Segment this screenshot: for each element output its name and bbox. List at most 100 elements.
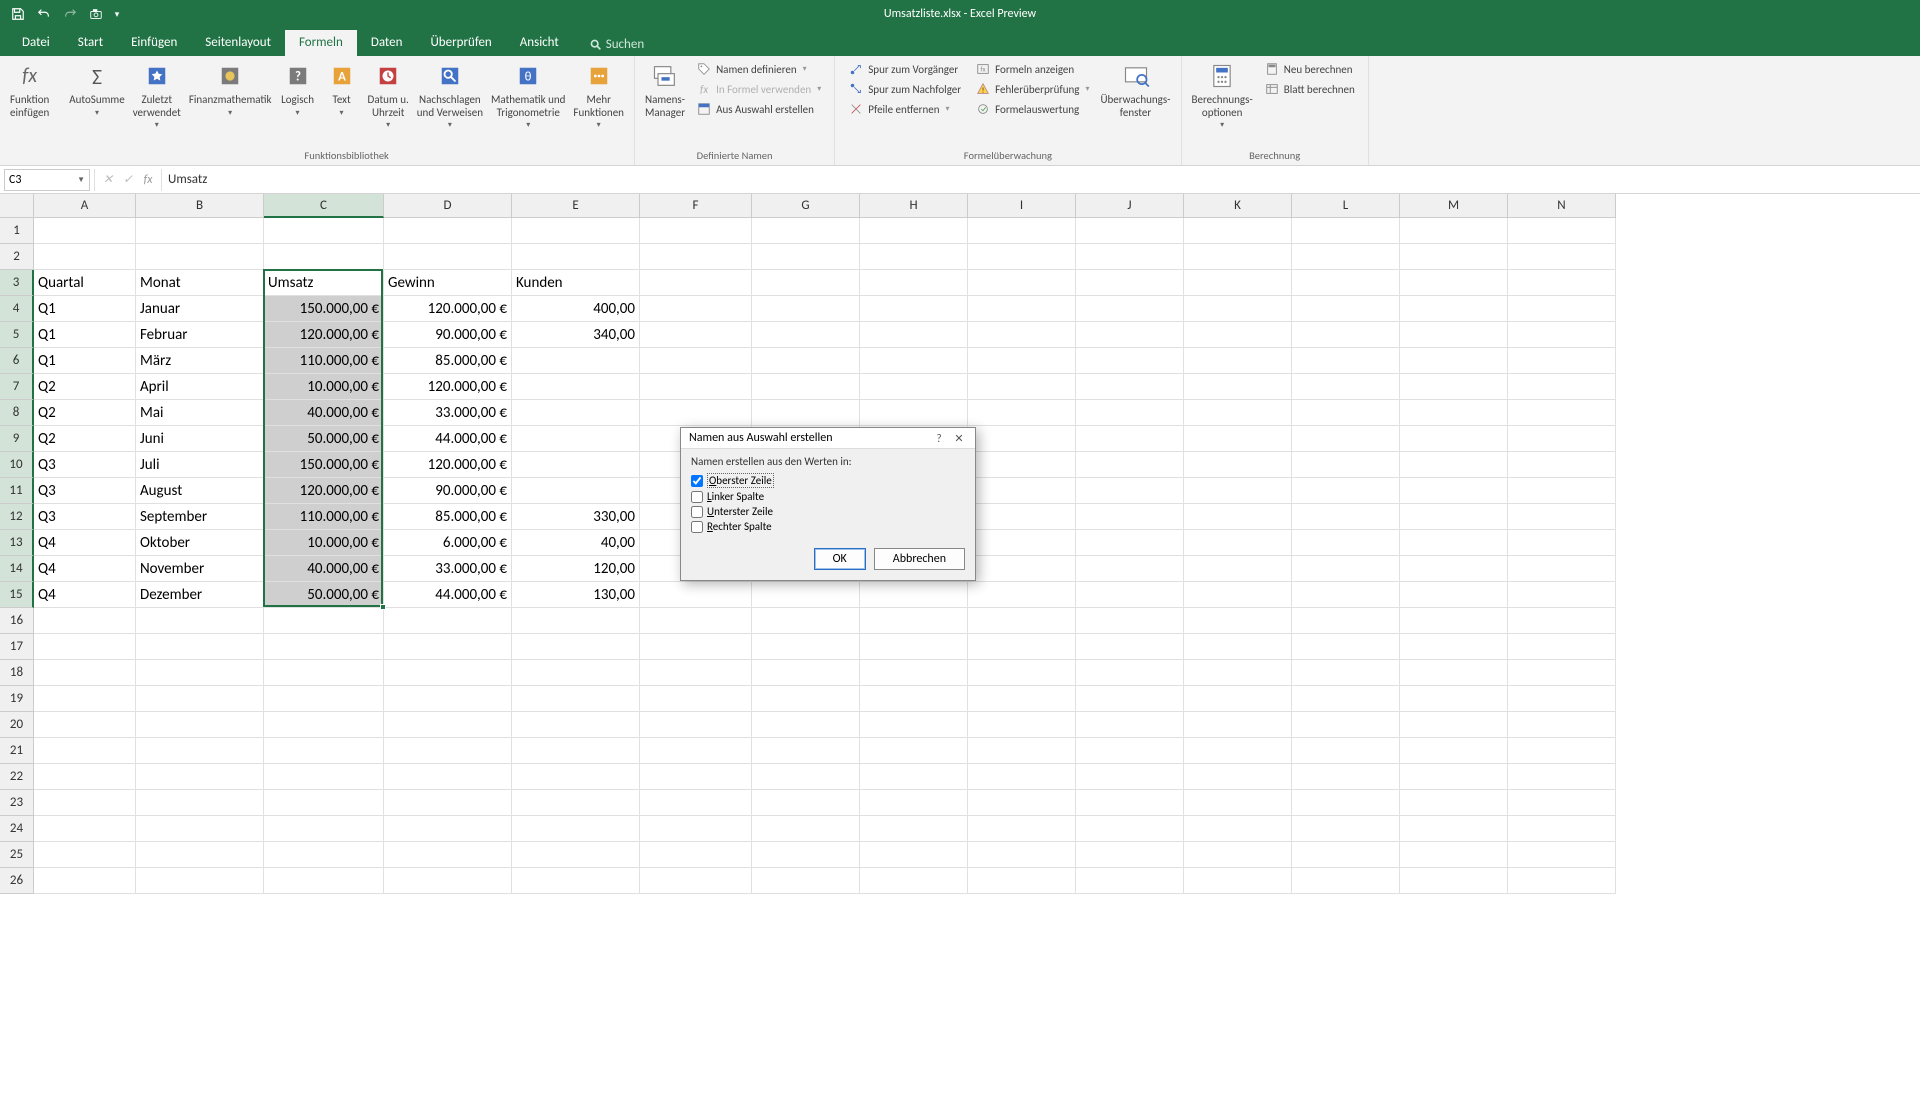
cell-L23[interactable] xyxy=(1292,790,1400,816)
cell-J12[interactable] xyxy=(1076,504,1184,530)
cell-M7[interactable] xyxy=(1400,374,1508,400)
cell-A19[interactable] xyxy=(34,686,136,712)
cell-L19[interactable] xyxy=(1292,686,1400,712)
cell-J7[interactable] xyxy=(1076,374,1184,400)
select-all-corner[interactable] xyxy=(0,194,34,218)
cell-H15[interactable] xyxy=(860,582,968,608)
cell-J26[interactable] xyxy=(1076,868,1184,894)
cell-D20[interactable] xyxy=(384,712,512,738)
cell-A25[interactable] xyxy=(34,842,136,868)
cell-K18[interactable] xyxy=(1184,660,1292,686)
cell-C15[interactable]: 50.000,00 € xyxy=(264,582,384,608)
cell-I4[interactable] xyxy=(968,296,1076,322)
cell-L4[interactable] xyxy=(1292,296,1400,322)
cell-N8[interactable] xyxy=(1508,400,1616,426)
cell-M3[interactable] xyxy=(1400,270,1508,296)
cell-L12[interactable] xyxy=(1292,504,1400,530)
cell-J8[interactable] xyxy=(1076,400,1184,426)
insert-function-button[interactable]: fx Funktion einfügen xyxy=(6,58,53,121)
cell-J11[interactable] xyxy=(1076,478,1184,504)
cell-I18[interactable] xyxy=(968,660,1076,686)
cell-L24[interactable] xyxy=(1292,816,1400,842)
row-header-25[interactable]: 25 xyxy=(0,842,34,868)
cell-H6[interactable] xyxy=(860,348,968,374)
watch-window-button[interactable]: Überwachungs- fenster xyxy=(1096,58,1174,121)
cell-C2[interactable] xyxy=(264,244,384,270)
cell-B1[interactable] xyxy=(136,218,264,244)
cell-C10[interactable]: 150.000,00 € xyxy=(264,452,384,478)
qat-customize[interactable]: ▾ xyxy=(110,2,124,26)
cell-E11[interactable] xyxy=(512,478,640,504)
cell-D8[interactable]: 33.000,00 € xyxy=(384,400,512,426)
cell-L9[interactable] xyxy=(1292,426,1400,452)
cell-D11[interactable]: 90.000,00 € xyxy=(384,478,512,504)
cell-I16[interactable] xyxy=(968,608,1076,634)
cell-I23[interactable] xyxy=(968,790,1076,816)
cell-K21[interactable] xyxy=(1184,738,1292,764)
cell-F26[interactable] xyxy=(640,868,752,894)
cell-I24[interactable] xyxy=(968,816,1076,842)
col-header-M[interactable]: M xyxy=(1400,194,1508,218)
cell-F23[interactable] xyxy=(640,790,752,816)
cell-C26[interactable] xyxy=(264,868,384,894)
row-header-26[interactable]: 26 xyxy=(0,868,34,894)
cell-E19[interactable] xyxy=(512,686,640,712)
cell-I2[interactable] xyxy=(968,244,1076,270)
cell-B10[interactable]: Juli xyxy=(136,452,264,478)
cell-D26[interactable] xyxy=(384,868,512,894)
cell-K22[interactable] xyxy=(1184,764,1292,790)
cell-N20[interactable] xyxy=(1508,712,1616,738)
cell-N9[interactable] xyxy=(1508,426,1616,452)
cell-I21[interactable] xyxy=(968,738,1076,764)
cell-M1[interactable] xyxy=(1400,218,1508,244)
close-button[interactable]: ✕ xyxy=(949,432,969,445)
cell-A17[interactable] xyxy=(34,634,136,660)
cell-F22[interactable] xyxy=(640,764,752,790)
cell-L8[interactable] xyxy=(1292,400,1400,426)
cell-K5[interactable] xyxy=(1184,322,1292,348)
cell-G25[interactable] xyxy=(752,842,860,868)
cell-F19[interactable] xyxy=(640,686,752,712)
cell-G1[interactable] xyxy=(752,218,860,244)
fill-handle[interactable] xyxy=(380,604,386,610)
cell-C4[interactable]: 150.000,00 € xyxy=(264,296,384,322)
cell-D4[interactable]: 120.000,00 € xyxy=(384,296,512,322)
cell-C1[interactable] xyxy=(264,218,384,244)
cell-D2[interactable] xyxy=(384,244,512,270)
cell-J4[interactable] xyxy=(1076,296,1184,322)
tab-einfuegen[interactable]: Einfügen xyxy=(117,30,191,56)
cell-K8[interactable] xyxy=(1184,400,1292,426)
cell-D23[interactable] xyxy=(384,790,512,816)
cell-H5[interactable] xyxy=(860,322,968,348)
cell-I1[interactable] xyxy=(968,218,1076,244)
cell-B23[interactable] xyxy=(136,790,264,816)
cell-A22[interactable] xyxy=(34,764,136,790)
cell-B2[interactable] xyxy=(136,244,264,270)
cell-A7[interactable]: Q2 xyxy=(34,374,136,400)
cell-H20[interactable] xyxy=(860,712,968,738)
cell-K24[interactable] xyxy=(1184,816,1292,842)
cell-N10[interactable] xyxy=(1508,452,1616,478)
tab-seitenlayout[interactable]: Seitenlayout xyxy=(191,30,285,56)
cell-M5[interactable] xyxy=(1400,322,1508,348)
col-header-D[interactable]: D xyxy=(384,194,512,218)
help-button[interactable]: ? xyxy=(929,432,949,445)
cell-K17[interactable] xyxy=(1184,634,1292,660)
cell-I19[interactable] xyxy=(968,686,1076,712)
cell-D13[interactable]: 6.000,00 € xyxy=(384,530,512,556)
cell-C21[interactable] xyxy=(264,738,384,764)
cell-C22[interactable] xyxy=(264,764,384,790)
row-header-22[interactable]: 22 xyxy=(0,764,34,790)
cell-G4[interactable] xyxy=(752,296,860,322)
cell-M22[interactable] xyxy=(1400,764,1508,790)
cell-I9[interactable] xyxy=(968,426,1076,452)
camera-button[interactable] xyxy=(84,2,108,26)
row-header-3[interactable]: 3 xyxy=(0,270,34,296)
cell-N2[interactable] xyxy=(1508,244,1616,270)
cell-G26[interactable] xyxy=(752,868,860,894)
cell-B7[interactable]: April xyxy=(136,374,264,400)
cell-J13[interactable] xyxy=(1076,530,1184,556)
cell-C18[interactable] xyxy=(264,660,384,686)
cell-M11[interactable] xyxy=(1400,478,1508,504)
cell-A13[interactable]: Q4 xyxy=(34,530,136,556)
